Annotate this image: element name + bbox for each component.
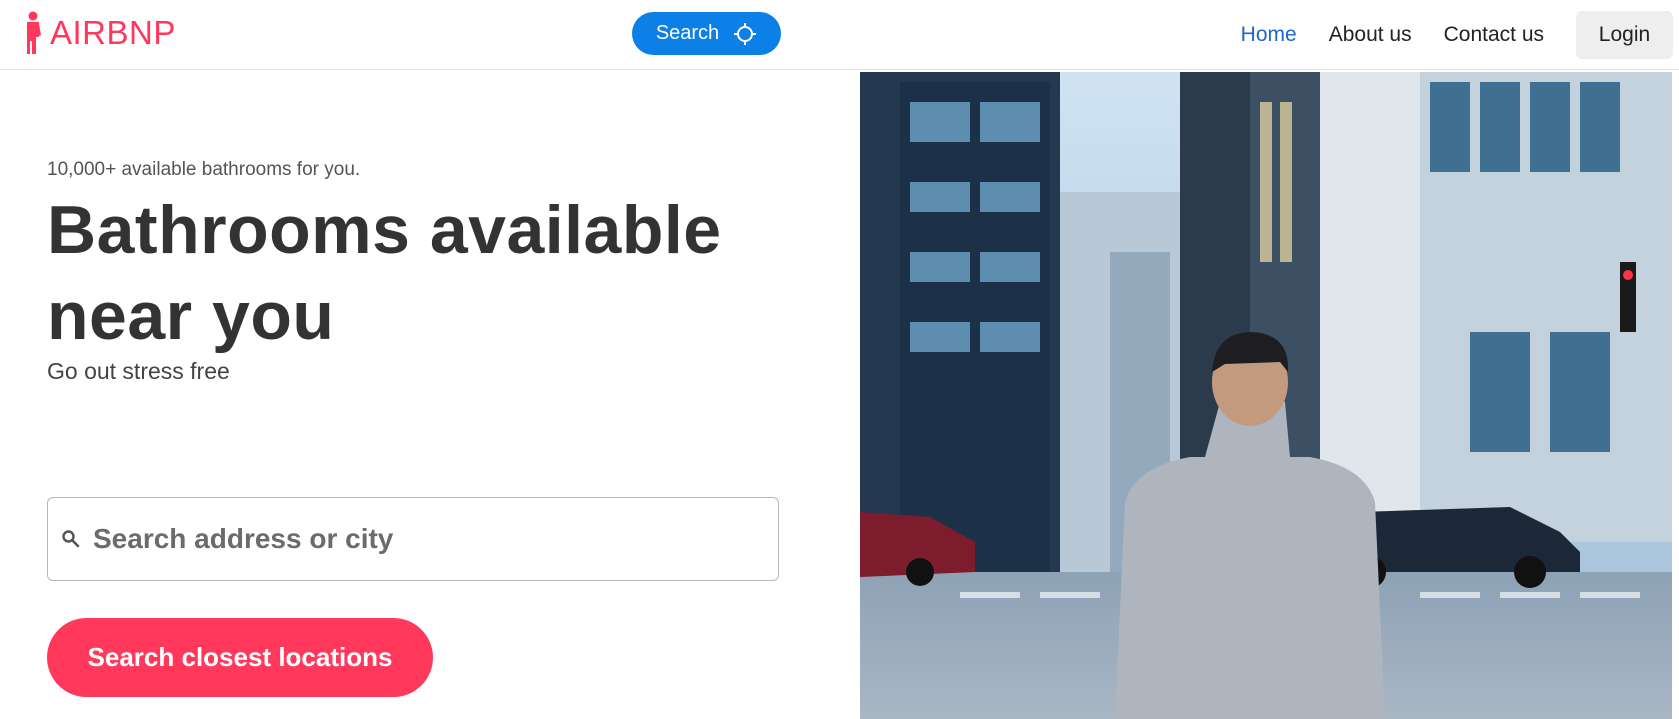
search-closest-button[interactable]: Search closest locations [47,618,433,697]
nav-search-button[interactable]: Search [632,12,781,55]
nav-link-about[interactable]: About us [1329,23,1412,47]
person-icon [27,11,41,54]
city-street-illustration [860,72,1672,719]
nav-links: Home About us Contact us Login [1209,0,1679,70]
top-navbar: AIRBNP Search Home About us Contact us L… [0,0,1679,70]
hero-subline: Go out stress free [47,358,230,384]
hero-headline: Bathrooms available near you [47,192,722,354]
nav-link-home[interactable]: Home [1241,23,1297,47]
brand-name: AIRBNP [50,14,176,51]
locate-icon [734,22,757,45]
search-icon [62,530,80,548]
city-street-photo [860,72,1672,719]
hero-tagline: 10,000+ available bathrooms for you. [47,159,361,180]
address-search-input[interactable] [93,523,733,555]
nav-link-contact[interactable]: Contact us [1444,23,1544,47]
nav-search-label: Search [655,22,720,44]
brand-logo[interactable]: AIRBNP [24,10,176,56]
address-search-box[interactable] [47,497,779,581]
login-button[interactable]: Login [1576,11,1673,59]
hero-section: 10,000+ available bathrooms for you. Bat… [47,70,807,719]
